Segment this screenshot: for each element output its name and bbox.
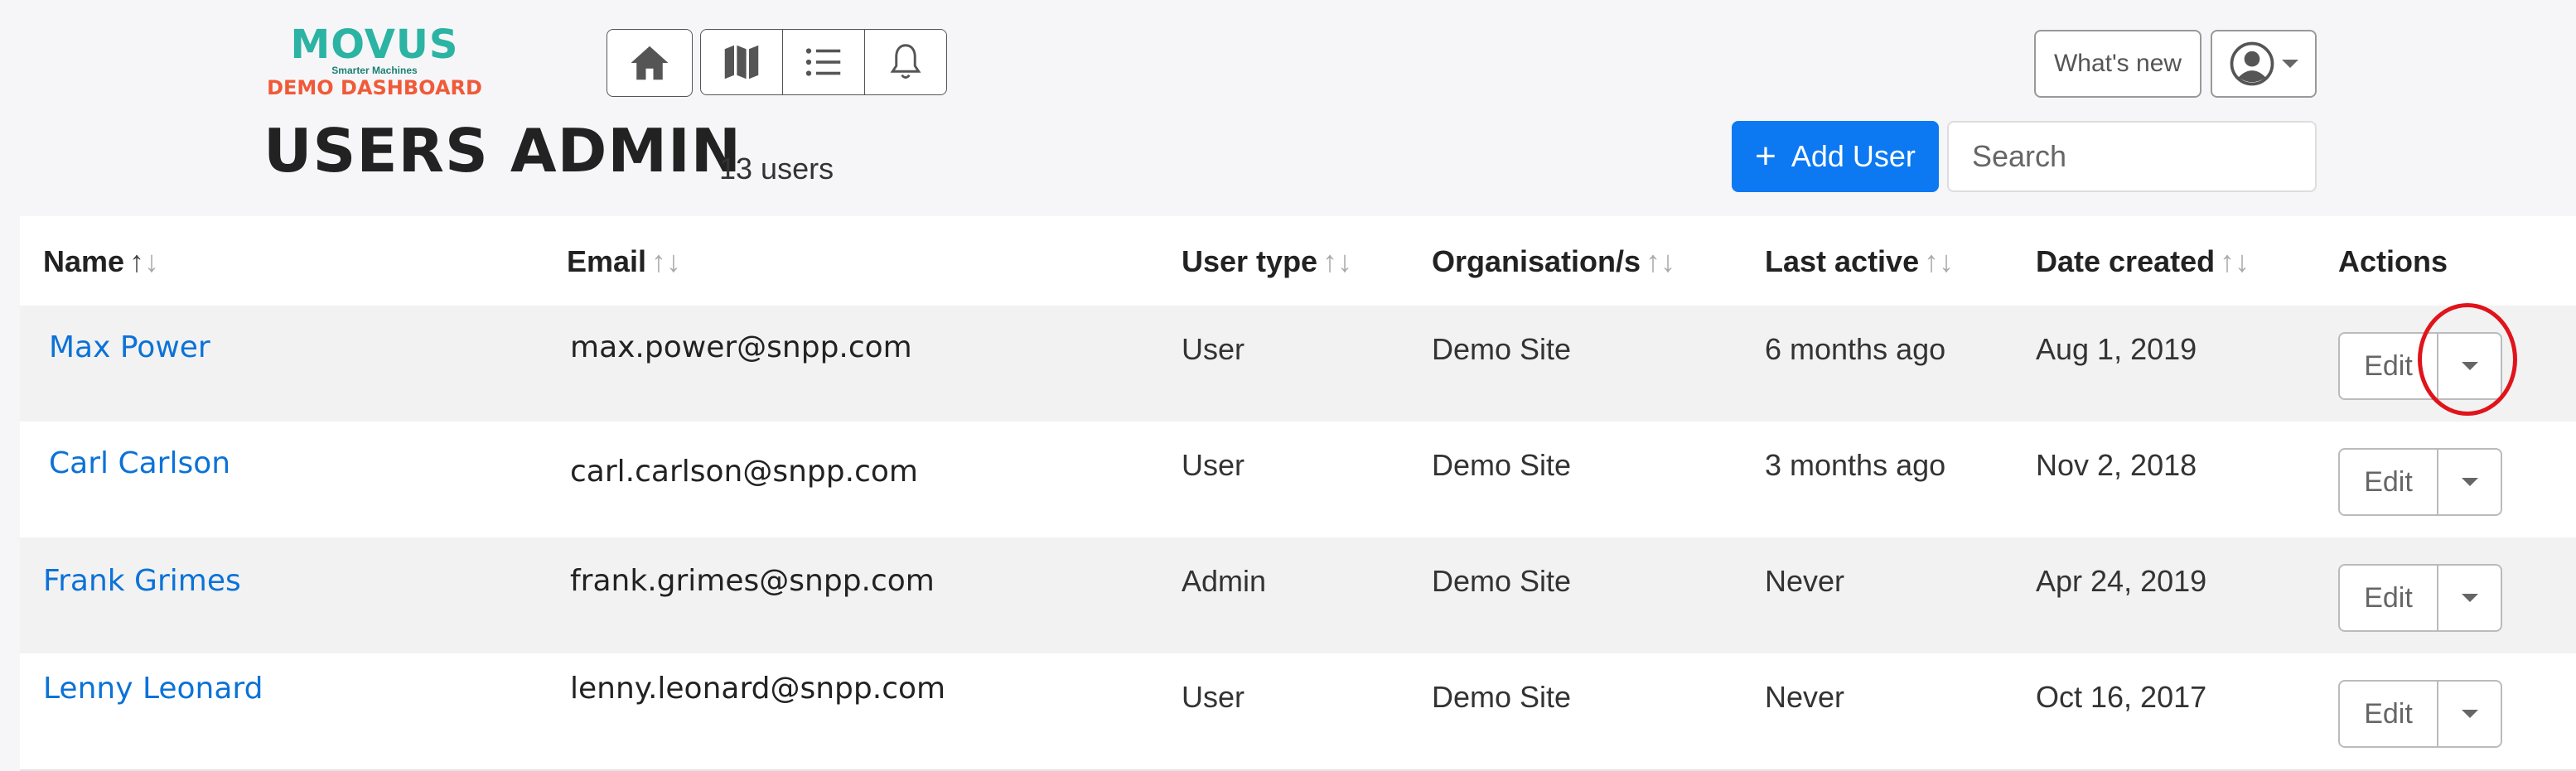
actions-dropdown-button[interactable] (2438, 332, 2502, 400)
user-organisation: Demo Site (1432, 680, 1572, 714)
user-organisation: Demo Site (1432, 564, 1572, 598)
map-icon (724, 45, 759, 80)
table-row: Max Power max.power@snpp.com User Demo S… (20, 306, 2576, 423)
home-icon (631, 46, 669, 80)
user-last-active: 3 months ago (1765, 448, 1946, 482)
actions-dropdown-button[interactable] (2438, 448, 2502, 516)
home-button[interactable] (607, 29, 693, 97)
user-avatar-icon (2230, 41, 2274, 86)
sort-icon: ↑↓ (129, 244, 160, 278)
edit-button[interactable]: Edit (2338, 448, 2438, 516)
column-actions-label: Actions (2338, 244, 2448, 278)
user-name-link[interactable]: Max Power (49, 330, 210, 364)
user-last-active: 6 months ago (1765, 332, 1946, 366)
chevron-down-icon (2282, 60, 2298, 68)
caret-down-icon (2461, 710, 2478, 718)
column-user-type[interactable]: User type ↑↓ (1182, 244, 1352, 279)
caret-down-icon (2461, 362, 2478, 370)
sort-icon: ↑↓ (651, 244, 682, 278)
column-user-type-label: User type (1182, 244, 1318, 278)
row-actions: Edit (2338, 680, 2502, 748)
bell-icon (890, 44, 921, 80)
movus-logo[interactable]: MOVUS Smarter Machines DEMO DASHBOARD (267, 25, 482, 99)
notifications-button[interactable] (864, 29, 947, 95)
caret-down-icon (2461, 478, 2478, 486)
user-name-link[interactable]: Frank Grimes (43, 564, 241, 598)
user-organisation: Demo Site (1432, 448, 1572, 482)
column-date-created[interactable]: Date created ↑↓ (2036, 244, 2250, 279)
user-last-active: Never (1765, 680, 1845, 714)
column-date-created-label: Date created (2036, 244, 2216, 278)
actions-dropdown-button[interactable] (2438, 680, 2502, 748)
user-organisation: Demo Site (1432, 332, 1572, 366)
column-name[interactable]: Name ↑↓ (43, 244, 159, 279)
plus-icon: + (1755, 136, 1776, 176)
column-email-label: Email (567, 244, 647, 278)
column-last-active-label: Last active (1765, 244, 1920, 278)
column-organisations[interactable]: Organisation/s ↑↓ (1432, 244, 1675, 279)
column-last-active[interactable]: Last active ↑↓ (1765, 244, 1954, 279)
list-button[interactable] (782, 29, 865, 95)
user-type: User (1182, 680, 1245, 714)
edit-button[interactable]: Edit (2338, 564, 2438, 632)
user-email: lenny.leonard@snpp.com (570, 672, 946, 706)
user-name-link[interactable]: Carl Carlson (49, 446, 230, 480)
sort-icon: ↑↓ (1322, 244, 1353, 278)
add-user-button[interactable]: + Add User (1732, 121, 1939, 192)
search-input[interactable] (1947, 121, 2317, 192)
user-type: Admin (1182, 564, 1267, 598)
row-actions: Edit (2338, 332, 2502, 400)
home-nav (607, 29, 693, 97)
logo-brand: MOVUS (290, 22, 459, 68)
whats-new-button[interactable]: What's new (2034, 30, 2201, 98)
column-organisations-label: Organisation/s (1432, 244, 1641, 278)
column-name-label: Name (43, 244, 125, 278)
column-actions: Actions (2338, 244, 2448, 279)
list-icon (805, 48, 841, 76)
user-date-created: Apr 24, 2019 (2036, 564, 2207, 598)
users-table: Name ↑↓ Email ↑↓ User type ↑↓ Organisation/… (20, 216, 2576, 771)
user-email: carl.carlson@snpp.com (570, 455, 918, 489)
sort-icon: ↑↓ (1924, 244, 1955, 278)
user-email: frank.grimes@snpp.com (570, 564, 935, 598)
edit-button[interactable]: Edit (2338, 332, 2438, 400)
user-menu-button[interactable] (2211, 30, 2317, 98)
user-date-created: Nov 2, 2018 (2036, 448, 2197, 482)
user-date-created: Oct 16, 2017 (2036, 680, 2207, 714)
add-user-label: Add User (1791, 139, 1916, 173)
table-row: Frank Grimes frank.grimes@snpp.com Admin… (20, 537, 2576, 655)
sort-icon: ↑↓ (2220, 244, 2250, 278)
actions-dropdown-button[interactable] (2438, 564, 2502, 632)
column-email[interactable]: Email ↑↓ (567, 244, 681, 279)
user-count: 13 users (719, 152, 834, 186)
user-date-created: Aug 1, 2019 (2036, 332, 2197, 366)
table-row: Lenny Leonard lenny.leonard@snpp.com Use… (20, 653, 2576, 771)
row-actions: Edit (2338, 564, 2502, 632)
table-header: Name ↑↓ Email ↑↓ User type ↑↓ Organisation/… (20, 216, 2576, 308)
logo-subtitle: DEMO DASHBOARD (267, 76, 482, 99)
map-button[interactable] (700, 29, 783, 95)
sort-icon: ↑↓ (1646, 244, 1676, 278)
user-name-link[interactable]: Lenny Leonard (43, 672, 263, 706)
table-row: Carl Carlson carl.carlson@snpp.com User … (20, 422, 2576, 539)
user-last-active: Never (1765, 564, 1845, 598)
page-title: USERS ADMIN (263, 116, 742, 186)
user-type: User (1182, 448, 1245, 482)
user-type: User (1182, 332, 1245, 366)
row-actions: Edit (2338, 448, 2502, 516)
user-email: max.power@snpp.com (570, 330, 912, 364)
caret-down-icon (2461, 594, 2478, 602)
view-nav (700, 29, 947, 97)
edit-button[interactable]: Edit (2338, 680, 2438, 748)
